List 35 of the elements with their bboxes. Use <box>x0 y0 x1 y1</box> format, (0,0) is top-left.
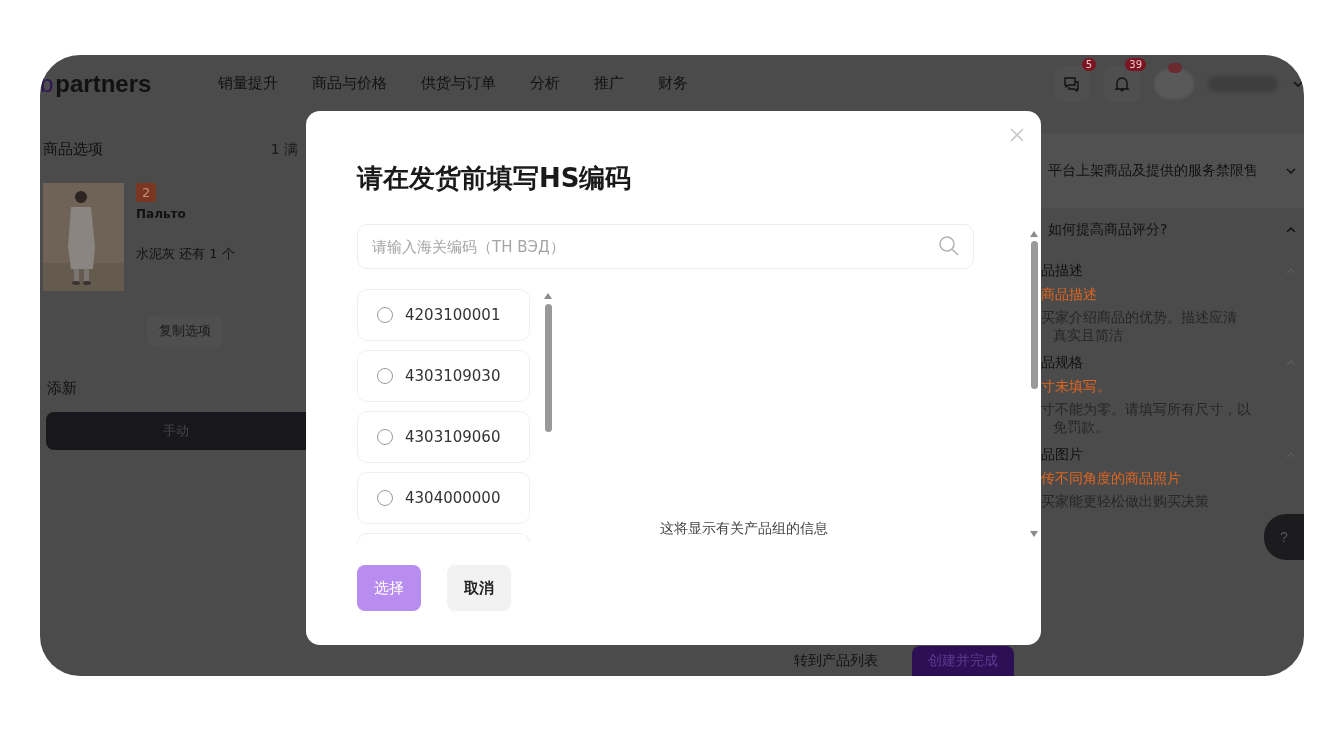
scroll-up-icon[interactable] <box>1030 231 1038 237</box>
product-name: Пальто <box>136 207 186 221</box>
close-icon[interactable] <box>1009 127 1025 143</box>
section-heading: 品描述 <box>1041 262 1083 280</box>
create-button[interactable]: 创建并完成 <box>912 646 1014 676</box>
logo-text[interactable]: partners <box>55 69 152 98</box>
scrollbar[interactable] <box>1029 231 1039 537</box>
hs-code-option[interactable]: 4203100001 <box>357 289 530 341</box>
warning-text: 传不同角度的商品照片 <box>1041 470 1182 488</box>
notification-badge: 39 <box>1125 57 1146 71</box>
bell-icon <box>1113 74 1131 93</box>
nav-link[interactable]: 推广 <box>594 74 624 93</box>
warning-text: 商品描述 <box>1041 286 1098 304</box>
hs-code-option[interactable]: 4303109030 <box>357 350 530 402</box>
chat-icon <box>1063 74 1081 93</box>
modal-title: 请在发货前填写HS编码 <box>357 162 633 195</box>
search-field[interactable]: 请输入海关编码（ТН ВЭД） <box>357 224 974 269</box>
scroll-thumb[interactable] <box>1030 241 1038 389</box>
warning-text: 寸未填写。 <box>1041 378 1112 396</box>
cancel-button[interactable]: 取消 <box>447 565 511 611</box>
scroll-down-icon[interactable] <box>1030 531 1038 537</box>
scroll-up-icon[interactable] <box>544 293 552 299</box>
scroll-thumb[interactable] <box>544 304 552 432</box>
quantity-badge: 2 <box>136 183 157 202</box>
hs-code-option[interactable]: 4303109060 <box>357 411 530 463</box>
help-button[interactable]: ? <box>1264 514 1304 560</box>
search-icon[interactable] <box>938 235 960 257</box>
section-heading: 品规格 <box>1041 354 1083 372</box>
notification-badge: 5 <box>1081 57 1096 71</box>
hs-code-option[interactable]: 4304000000 <box>357 472 530 524</box>
nav-link[interactable]: 财务 <box>658 74 688 93</box>
avatar[interactable] <box>1154 68 1194 99</box>
info-text: 这将显示有关产品组的信息 <box>660 519 828 537</box>
nav-link[interactable]: 分析 <box>530 74 560 93</box>
nav-link[interactable]: 供货与订单 <box>421 74 496 93</box>
